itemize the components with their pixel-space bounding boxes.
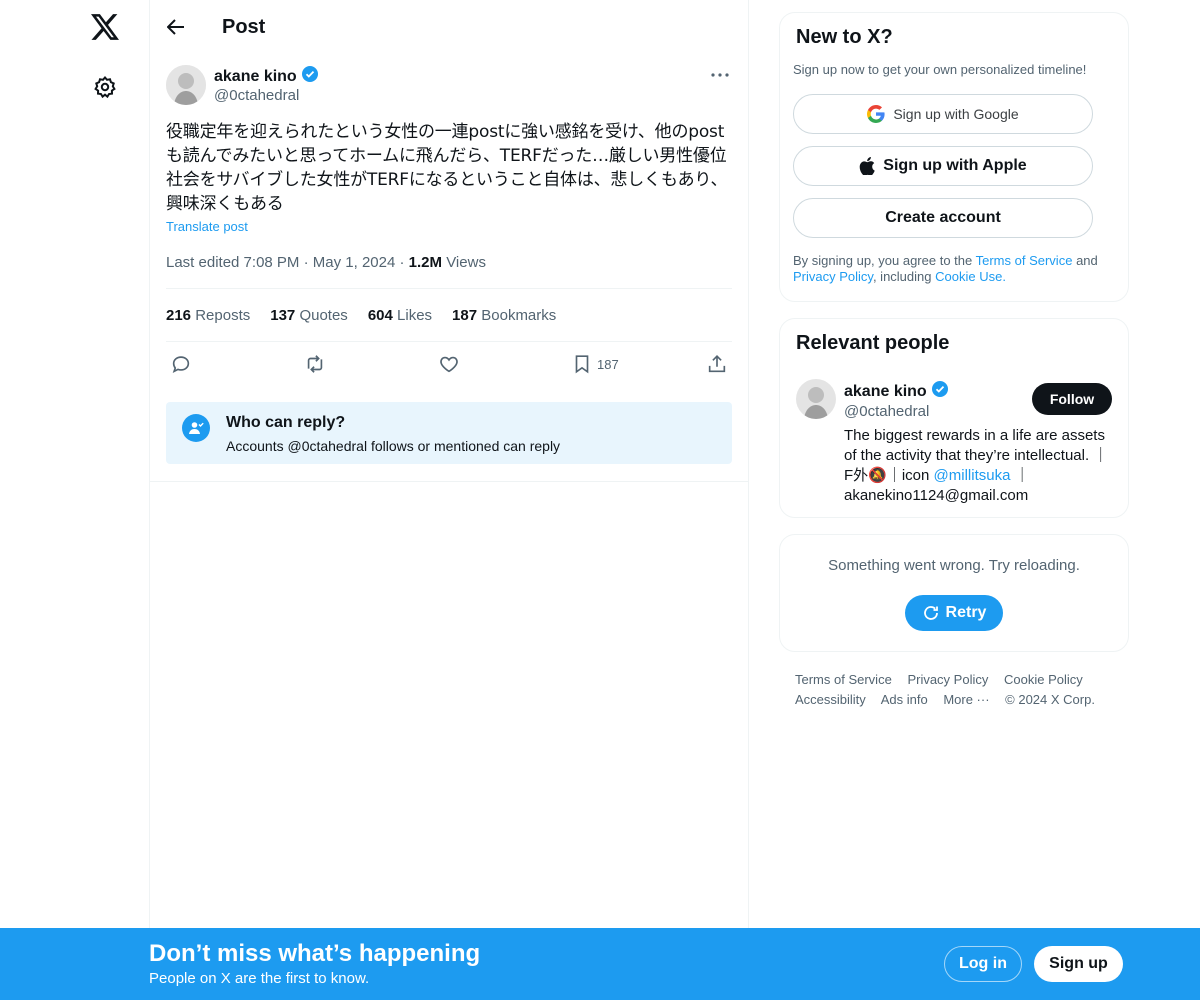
person-name[interactable]: akane kino <box>844 383 927 401</box>
post-stats: 216 Reposts 137 Quotes 604 Likes 187 Boo… <box>166 307 556 324</box>
signup-terms: By signing up, you agree to the Terms of… <box>793 253 1098 284</box>
views-label: Views <box>446 254 486 271</box>
main-column: Post akane kino @0ctahedral 役職定年を迎えられたとい… <box>150 0 749 1000</box>
apple-icon <box>860 157 875 175</box>
bookmark-action[interactable]: 187 <box>571 352 619 376</box>
retry-label: Retry <box>945 604 987 621</box>
footer-cookie-link[interactable]: Cookie Policy <box>1004 672 1083 687</box>
privacy-policy-link[interactable]: Privacy Policy <box>793 269 873 284</box>
settings-gear-icon[interactable] <box>88 70 122 104</box>
quotes-stat[interactable]: 137 Quotes <box>270 307 348 324</box>
signup-card-title: New to X? <box>796 26 893 48</box>
retry-button[interactable]: Retry <box>905 595 1003 631</box>
signup-google-label: Sign up with Google <box>893 106 1019 122</box>
bookmark-count: 187 <box>597 356 619 372</box>
footer-privacy-link[interactable]: Privacy Policy <box>907 672 988 687</box>
likes-stat[interactable]: 604 Likes <box>368 307 432 324</box>
author-name[interactable]: akane kino <box>214 67 297 87</box>
terms-of-service-link[interactable]: Terms of Service <box>976 253 1073 268</box>
signup-card-subtitle: Sign up now to get your own personalized… <box>793 62 1087 77</box>
signup-button[interactable]: Sign up <box>1034 946 1123 982</box>
verified-badge-icon <box>301 65 319 89</box>
footer-copyright: © 2024 X Corp. <box>1005 692 1095 707</box>
back-arrow-icon[interactable] <box>166 17 186 37</box>
error-card: Something went wrong. Try reloading. Ret… <box>779 534 1129 652</box>
post-text: 役職定年を迎えられたという女性の一連postに強い感銘を受け、他のpostも読ん… <box>166 122 728 214</box>
reply-restriction-subtitle: Accounts @0ctahedral follows or mentione… <box>226 438 561 454</box>
user-check-icon <box>182 414 210 442</box>
person-name-row[interactable]: akane kino <box>844 380 949 403</box>
login-button[interactable]: Log in <box>944 946 1022 982</box>
google-icon <box>867 105 885 123</box>
translate-post-link[interactable]: Translate post <box>166 219 248 234</box>
footer-links: Terms of Service Privacy Policy Cookie P… <box>795 670 1115 710</box>
bottom-signup-bar: Don’t miss what’s happening People on X … <box>0 928 1200 1000</box>
divider <box>166 288 732 289</box>
share-icon[interactable] <box>706 352 728 376</box>
post-meta: Last edited 7:08 PM · May 1, 2024 · 1.2M… <box>166 254 486 271</box>
reply-restriction-box: Who can reply? Accounts @0ctahedral foll… <box>166 402 732 464</box>
like-heart-icon[interactable] <box>438 352 460 376</box>
avatar[interactable] <box>166 65 206 105</box>
create-account-button[interactable]: Create account <box>793 198 1093 238</box>
x-logo-icon[interactable] <box>88 10 122 44</box>
repost-icon[interactable] <box>303 352 327 376</box>
footer-accessibility-link[interactable]: Accessibility <box>795 692 866 707</box>
post-actions: 187 <box>166 352 732 378</box>
relevant-people-card: Relevant people akane kino @0ctahedral F… <box>779 318 1129 518</box>
footer-ads-link[interactable]: Ads info <box>881 692 928 707</box>
left-nav <box>0 0 150 1000</box>
bio-mention-link[interactable]: @millitsuka <box>934 467 1011 484</box>
relevant-people-title: Relevant people <box>796 332 950 354</box>
reply-icon[interactable] <box>170 352 192 376</box>
bottom-bar-subtitle: People on X are the first to know. <box>149 970 370 987</box>
signup-google-button[interactable]: Sign up with Google <box>793 94 1093 134</box>
verified-badge-icon <box>931 380 949 403</box>
bookmarks-stat[interactable]: 187 Bookmarks <box>452 307 556 324</box>
author-handle[interactable]: @0ctahedral <box>214 87 299 105</box>
bottom-bar-title: Don’t miss what’s happening <box>149 940 481 967</box>
post-author: akane kino @0ctahedral <box>166 65 732 105</box>
page-title: Post <box>222 15 266 38</box>
divider <box>150 481 749 482</box>
signup-card: New to X? Sign up now to get your own pe… <box>779 12 1129 302</box>
footer-terms-link[interactable]: Terms of Service <box>795 672 892 687</box>
last-edited-time[interactable]: Last edited 7:08 PM <box>166 254 299 271</box>
divider <box>166 341 732 342</box>
follow-button[interactable]: Follow <box>1032 383 1112 415</box>
person-bio: The biggest rewards in a life are assets… <box>844 427 1109 504</box>
more-options-icon[interactable] <box>708 65 732 85</box>
footer-more-link[interactable]: More ··· <box>943 692 989 707</box>
cookie-use-link[interactable]: Cookie Use. <box>935 269 1006 284</box>
error-message: Something went wrong. Try reloading. <box>828 557 1080 574</box>
reply-restriction-title: Who can reply? <box>226 414 346 431</box>
signup-apple-button[interactable]: Sign up with Apple <box>793 146 1093 186</box>
person-handle[interactable]: @0ctahedral <box>844 403 929 420</box>
post-date[interactable]: May 1, 2024 <box>313 254 396 271</box>
views-count: 1.2M <box>408 254 443 271</box>
avatar[interactable] <box>796 379 836 419</box>
refresh-icon <box>923 606 938 620</box>
signup-apple-label: Sign up with Apple <box>883 157 1027 174</box>
reposts-stat[interactable]: 216 Reposts <box>166 307 250 324</box>
create-account-label: Create account <box>885 209 1001 226</box>
post-header: Post <box>150 0 748 54</box>
author-name-row[interactable]: akane kino <box>214 65 319 89</box>
bookmark-icon <box>575 355 589 374</box>
